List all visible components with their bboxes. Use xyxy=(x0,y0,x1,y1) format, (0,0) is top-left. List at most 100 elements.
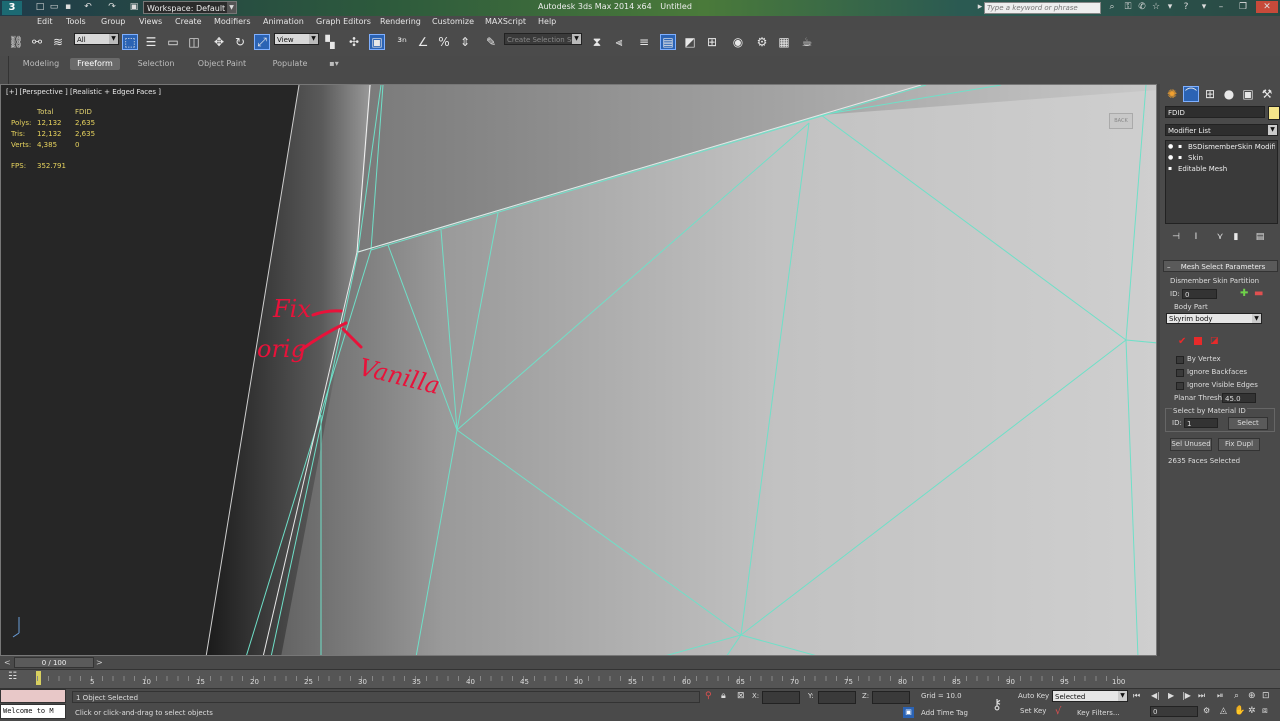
spinner-snap-icon[interactable]: ⇕ xyxy=(457,34,473,50)
selection-filter-dropdown[interactable]: All ▼ xyxy=(74,33,119,45)
set-key-icon[interactable]: ⚷ xyxy=(992,697,1002,713)
time-slider[interactable]: 0 / 100 xyxy=(14,657,94,668)
expand-icon[interactable]: ▪ xyxy=(1168,165,1172,172)
absolute-mode-icon[interactable]: ⊠ xyxy=(737,691,745,701)
pan-view-icon[interactable]: ✋ xyxy=(1234,706,1245,716)
select-and-move-icon[interactable]: ✥ xyxy=(211,34,227,50)
expand-icon[interactable]: ▪ xyxy=(1178,154,1182,161)
pivot-center-icon[interactable]: ▚ xyxy=(322,34,338,50)
menu-graph-editors[interactable]: Graph Editors xyxy=(316,17,371,26)
key-filters-button[interactable]: Key Filters... xyxy=(1077,709,1120,717)
next-frame-icon[interactable]: |▶ xyxy=(1182,691,1191,700)
select-and-link-icon[interactable]: ⛓ xyxy=(8,34,24,50)
render-production-icon[interactable]: ☕ xyxy=(799,34,815,50)
material-id-spinner[interactable]: 1 xyxy=(1184,418,1218,428)
create-panel-icon[interactable]: ✺ xyxy=(1164,86,1180,102)
menu-views[interactable]: Views xyxy=(139,17,162,26)
add-partition-icon[interactable]: ✚ xyxy=(1240,288,1248,299)
restore-icon[interactable]: ❐ xyxy=(1234,1,1252,13)
maxscript-mini-listener-top[interactable] xyxy=(0,689,66,703)
orbit-icon[interactable]: ✲ xyxy=(1248,706,1256,716)
modifier-list-dropdown[interactable]: Modifier List ▼ xyxy=(1165,124,1278,136)
tab-selection[interactable]: Selection xyxy=(132,58,180,70)
key-filters-icon[interactable]: √ xyxy=(1055,706,1061,717)
favorites-icon[interactable]: ☆ xyxy=(1150,1,1162,13)
edit-named-selection-icon[interactable]: ✎ xyxy=(483,34,499,50)
open-file-icon[interactable]: ▭ xyxy=(48,1,60,13)
perspective-viewport[interactable]: Fix orig Vanilla [+] [Perspective ] [Rea… xyxy=(0,84,1157,656)
communication-center-icon[interactable]: ✆ xyxy=(1136,1,1148,13)
configure-modifier-sets-icon[interactable]: ▤ xyxy=(1252,229,1268,245)
ignore-backfaces-checkbox[interactable] xyxy=(1176,369,1184,377)
ribbon-options-icon[interactable]: ▪▾ xyxy=(324,58,344,70)
previous-frame-icon[interactable]: ◀| xyxy=(1151,691,1160,700)
zoom-extents-icon[interactable]: ⊡ xyxy=(1262,691,1270,701)
select-object-icon[interactable]: ⬚ xyxy=(122,34,138,50)
maximize-viewport-icon[interactable]: ⧈ xyxy=(1262,706,1268,716)
menu-group[interactable]: Group xyxy=(101,17,125,26)
menu-edit[interactable]: Edit xyxy=(37,17,53,26)
viewcube[interactable]: BACK xyxy=(1109,113,1133,129)
remove-modifier-icon[interactable]: ▮ xyxy=(1228,229,1244,245)
field-of-view-icon[interactable]: ◬ xyxy=(1220,706,1227,716)
sel-unused-button[interactable]: Sel Unused xyxy=(1170,438,1212,451)
object-color-swatch[interactable] xyxy=(1268,106,1280,120)
layer-manager-icon[interactable]: ≡ xyxy=(636,34,652,50)
keyboard-shortcut-override-icon[interactable]: ▣ xyxy=(369,34,385,50)
select-and-rotate-icon[interactable]: ↻ xyxy=(232,34,248,50)
stack-item[interactable]: ● ▪ Skin xyxy=(1168,154,1275,164)
viewport-label[interactable]: [+] [Perspective ] [Realistic + Edged Fa… xyxy=(6,88,161,96)
lightbulb-icon[interactable]: ● xyxy=(1168,143,1173,150)
isolate-selection-icon[interactable]: ⚲ xyxy=(705,691,712,701)
undo-icon[interactable]: ↶ xyxy=(82,1,94,13)
bind-to-space-warp-icon[interactable]: ≋ xyxy=(50,34,66,50)
new-file-icon[interactable]: □ xyxy=(34,1,46,13)
fix-dupl-button[interactable]: Fix Dupl xyxy=(1218,438,1260,451)
display-panel-icon[interactable]: ▣ xyxy=(1240,86,1256,102)
body-part-dropdown[interactable]: Skyrim body ▼ xyxy=(1166,313,1262,324)
go-to-start-icon[interactable]: ⏮ xyxy=(1133,691,1140,701)
mini-curve-editor-icon[interactable]: ☷ xyxy=(8,671,17,682)
maxscript-mini-listener[interactable]: Welcome to M xyxy=(0,704,66,719)
menu-rendering[interactable]: Rendering xyxy=(380,17,421,26)
menu-animation[interactable]: Animation xyxy=(263,17,304,26)
element-mode-icon[interactable]: ◪ xyxy=(1210,336,1219,346)
project-folder-icon[interactable]: ▣ xyxy=(128,1,140,13)
help-dropdown-icon[interactable]: ▾ xyxy=(1164,1,1176,13)
zoom-icon[interactable]: ⌕ xyxy=(1234,691,1239,701)
window-crossing-icon[interactable]: ◫ xyxy=(186,34,202,50)
ignore-visible-edges-checkbox[interactable] xyxy=(1176,382,1184,390)
pin-stack-icon[interactable]: ⊣ xyxy=(1168,229,1184,245)
curve-editor-icon[interactable]: ◩ xyxy=(682,34,698,50)
unlink-selection-icon[interactable]: ⚯ xyxy=(29,34,45,50)
time-configuration-icon[interactable]: ⚙ xyxy=(1203,706,1210,715)
menu-customize[interactable]: Customize xyxy=(432,17,474,26)
tab-modeling[interactable]: Modeling xyxy=(18,58,64,70)
tab-object-paint[interactable]: Object Paint xyxy=(192,58,252,70)
play-icon[interactable]: ▶ xyxy=(1168,691,1174,700)
info-dropdown-icon[interactable]: ▾ xyxy=(1198,1,1210,13)
close-icon[interactable]: ✕ xyxy=(1256,1,1278,13)
show-end-result-icon[interactable]: Ι xyxy=(1188,229,1204,245)
align-icon[interactable]: ⫷ xyxy=(611,34,627,50)
tab-freeform[interactable]: Freeform xyxy=(70,58,120,70)
select-and-manipulate-icon[interactable]: ✣ xyxy=(346,34,362,50)
expand-icon[interactable]: ▪ xyxy=(1178,143,1182,150)
time-tag-icon[interactable]: ▣ xyxy=(903,707,914,718)
snaps-toggle-icon[interactable]: ³ⁿ xyxy=(394,34,410,50)
rendered-frame-window-icon[interactable]: ▦ xyxy=(776,34,792,50)
minimize-icon[interactable]: – xyxy=(1212,1,1230,13)
percent-snap-icon[interactable]: % xyxy=(436,34,452,50)
angle-snap-icon[interactable]: ∠ xyxy=(415,34,431,50)
y-coordinate-field[interactable] xyxy=(818,691,856,704)
menu-tools[interactable]: Tools xyxy=(66,17,86,26)
hierarchy-panel-icon[interactable]: ⊞ xyxy=(1202,86,1218,102)
menu-create[interactable]: Create xyxy=(175,17,202,26)
stack-item[interactable]: ● ▪ BSDismemberSkin Modifie xyxy=(1168,143,1275,153)
subscription-icon[interactable]: ⚿ xyxy=(1122,1,1134,13)
add-time-tag-button[interactable]: Add Time Tag xyxy=(921,709,968,717)
go-to-end-icon[interactable]: ⏭ xyxy=(1198,691,1205,701)
menu-maxscript[interactable]: MAXScript xyxy=(485,17,526,26)
search-icon[interactable]: ⌕ xyxy=(1106,1,1118,13)
x-coordinate-field[interactable] xyxy=(762,691,800,704)
